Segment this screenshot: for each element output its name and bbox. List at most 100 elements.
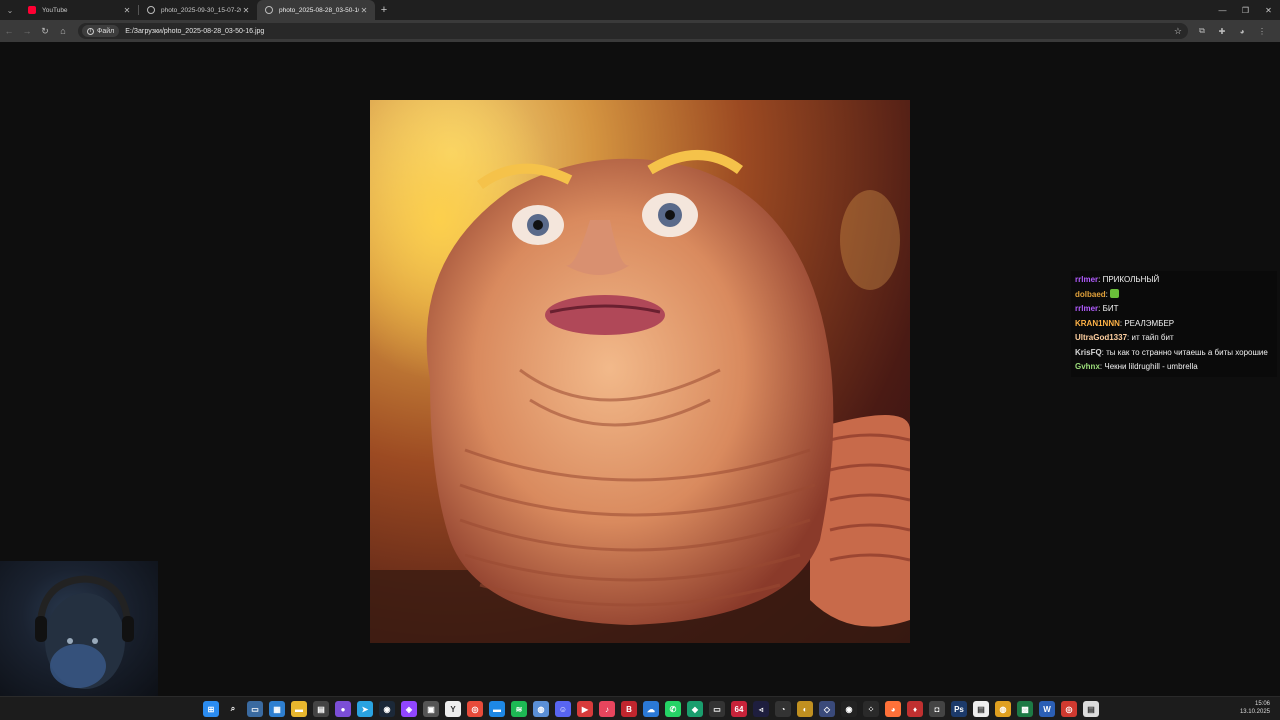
vpn-icon[interactable]: ◇	[819, 701, 835, 717]
shield-icon[interactable]: ◐	[797, 701, 813, 717]
chat-message: dolbaed:	[1075, 288, 1273, 303]
messages-icon[interactable]: ▬	[489, 701, 505, 717]
minimize-icon[interactable]: —	[1211, 0, 1234, 20]
image-viewer: rrlmer: ПРИКОЛЬНЫЙ dolbaed: rrlmer: БИТ …	[0, 42, 1280, 696]
chat-text: Чекни lildrughill - umbrella	[1104, 362, 1198, 372]
speedometer-icon[interactable]: ◔	[775, 701, 791, 717]
home-icon[interactable]: ⌂	[54, 22, 72, 40]
worm-creature-image	[370, 100, 910, 643]
chat-message: rrlmer: БИТ	[1075, 302, 1273, 317]
chat-text: ит тайп бит	[1131, 333, 1174, 343]
tab-photo-2025-09-30[interactable]: photo_2025-09-30_15-07-20.jpg ✕	[139, 0, 257, 20]
tab-title: YouTube	[42, 6, 68, 14]
discord-icon[interactable]: ☺	[555, 701, 571, 717]
twitch-icon[interactable]: ◈	[401, 701, 417, 717]
photoshop-icon[interactable]: Ps	[951, 701, 967, 717]
steam-icon[interactable]: ◉	[379, 701, 395, 717]
calendar-icon[interactable]: ▣	[423, 701, 439, 717]
browser2-icon[interactable]: ◍	[995, 701, 1011, 717]
chrome2-icon[interactable]: ◎	[1061, 701, 1077, 717]
obs-icon[interactable]: ◉	[841, 701, 857, 717]
chat-text: БИТ	[1102, 304, 1119, 314]
reload-icon[interactable]: ↻	[36, 22, 54, 40]
chat-message: KRAN1NNN: РЕАЛЭМБЕР	[1075, 317, 1273, 332]
new-tab-icon[interactable]: +	[375, 4, 393, 16]
music-icon[interactable]: ♪	[599, 701, 615, 717]
spotify-icon[interactable]: ≋	[511, 701, 527, 717]
clock-time: 15:06	[1254, 701, 1270, 707]
globe-icon[interactable]: ◍	[533, 701, 549, 717]
app-icon[interactable]: ●	[335, 701, 351, 717]
task-view-icon[interactable]: ▭	[247, 701, 263, 717]
bookmark-star-icon[interactable]: ☆	[1174, 26, 1182, 37]
viewed-image[interactable]	[370, 100, 910, 643]
close-icon[interactable]: ✕	[359, 6, 369, 15]
whatsapp-icon[interactable]: ✆	[665, 701, 681, 717]
chat-username: rrlmer	[1075, 304, 1099, 314]
game-icon[interactable]: ◆	[687, 701, 703, 717]
system-clock[interactable]: 15:06 13.10.2025	[1240, 700, 1270, 716]
app2-icon[interactable]: ♦	[907, 701, 923, 717]
chat-username: KRAN1NNN	[1075, 318, 1120, 328]
translate-icon[interactable]: ⧉	[1194, 23, 1210, 39]
taskbar-apps: ⊞ ⌕ ▭ ▦ ▬ ▤ ● ➤ ◉ ◈ ▣ Y ◎ ▬ ≋ ◍ ☺ ▶ ♪ B ☁ ✆ ◆ ▭ 64 ◃ ◔ ◐ ◇ ◉ ⁘ ◕ ♦ ◘ Ps ▤ ◍ ▩…	[203, 701, 1099, 717]
file-explorer-icon[interactable]: ▬	[291, 701, 307, 717]
cpu-z-icon[interactable]: 64	[731, 701, 747, 717]
chat-username: Gvhnx	[1075, 362, 1100, 372]
back-icon[interactable]: ←	[0, 22, 18, 40]
video-icon[interactable]: ▶	[577, 701, 593, 717]
chrome-icon[interactable]: ◎	[467, 701, 483, 717]
webcam-overlay	[0, 561, 158, 696]
browser-toolbar: ← → ↻ ⌂ i Файл E:/Загрузки/photo_2025-08…	[0, 20, 1280, 42]
chat-username: UltraGod1337	[1075, 333, 1128, 343]
url-text[interactable]: E:/Загрузки/photo_2025-08-28_03-50-16.jp…	[125, 28, 264, 35]
grid-icon[interactable]: ⁘	[863, 701, 879, 717]
chat-username: KrisFQ	[1075, 347, 1102, 357]
profile-icon[interactable]: ◕	[1234, 23, 1250, 39]
extensions-icon[interactable]: ✚	[1214, 23, 1230, 39]
store-icon[interactable]: ▤	[313, 701, 329, 717]
tab-search-icon[interactable]: ⌄	[0, 0, 20, 20]
close-icon[interactable]: ✕	[241, 6, 251, 15]
tab-photo-2025-08-28[interactable]: photo_2025-08-28_03-50-16.jpg ✕	[257, 0, 375, 20]
yandex-browser-icon[interactable]: Y	[445, 701, 461, 717]
cloud-icon[interactable]: ☁	[643, 701, 659, 717]
stream-chat-overlay: rrlmer: ПРИКОЛЬНЫЙ dolbaed: rrlmer: БИТ …	[1071, 271, 1277, 378]
search-icon[interactable]: ⌕	[225, 701, 241, 717]
address-bar[interactable]: i Файл E:/Загрузки/photo_2025-08-28_03-5…	[78, 23, 1188, 39]
tab-title: photo_2025-08-28_03-50-16.jpg	[279, 6, 359, 14]
youtube-icon	[28, 6, 36, 14]
chat-message: rrlmer: ПРИКОЛЬНЫЙ	[1075, 273, 1273, 288]
clock-date: 13.10.2025	[1239, 709, 1270, 715]
chat-text: ПРИКОЛЬНЫЙ	[1102, 275, 1160, 284]
toolbar-actions: ⧉ ✚ ◕ ⋮	[1194, 23, 1270, 39]
widgets-icon[interactable]: ▦	[269, 701, 285, 717]
notes-icon[interactable]: ▤	[973, 701, 989, 717]
chat-message: KrisFQ: ты как то странно читаешь а биты…	[1075, 346, 1273, 361]
tab-youtube[interactable]: YouTube ✕	[20, 0, 138, 20]
chat-message: Gvhnx: Чекни lildrughill - umbrella	[1075, 360, 1273, 375]
menu-icon[interactable]: ⋮	[1254, 23, 1270, 39]
chat-text: ты как то странно читаешь а биты хорошие	[1106, 347, 1268, 357]
globe-icon	[147, 6, 155, 14]
globe-icon	[265, 6, 273, 14]
site-info-chip[interactable]: i Файл	[82, 25, 120, 37]
webcam-feed	[35, 575, 134, 689]
notepad-icon[interactable]: ▤	[1083, 701, 1099, 717]
terminal-icon[interactable]: ▭	[709, 701, 725, 717]
close-icon[interactable]: ✕	[122, 6, 132, 15]
word-icon[interactable]: W	[1039, 701, 1055, 717]
start-icon[interactable]: ⊞	[203, 701, 219, 717]
chat-message: UltraGod1337: ит тайп бит	[1075, 331, 1273, 346]
camera-icon[interactable]: ◘	[929, 701, 945, 717]
excel-icon[interactable]: ▩	[1017, 701, 1033, 717]
vscode-icon[interactable]: ◃	[753, 701, 769, 717]
telegram-icon[interactable]: ➤	[357, 701, 373, 717]
firefox-icon[interactable]: ◕	[885, 701, 901, 717]
tab-title: photo_2025-09-30_15-07-20.jpg	[161, 6, 241, 14]
chat-text: РЕАЛЭМБЕР	[1124, 318, 1175, 328]
bandicam-icon[interactable]: B	[621, 701, 637, 717]
restore-icon[interactable]: ❐	[1234, 0, 1257, 20]
close-window-icon[interactable]: ✕	[1257, 0, 1280, 20]
forward-icon[interactable]: →	[18, 22, 36, 40]
